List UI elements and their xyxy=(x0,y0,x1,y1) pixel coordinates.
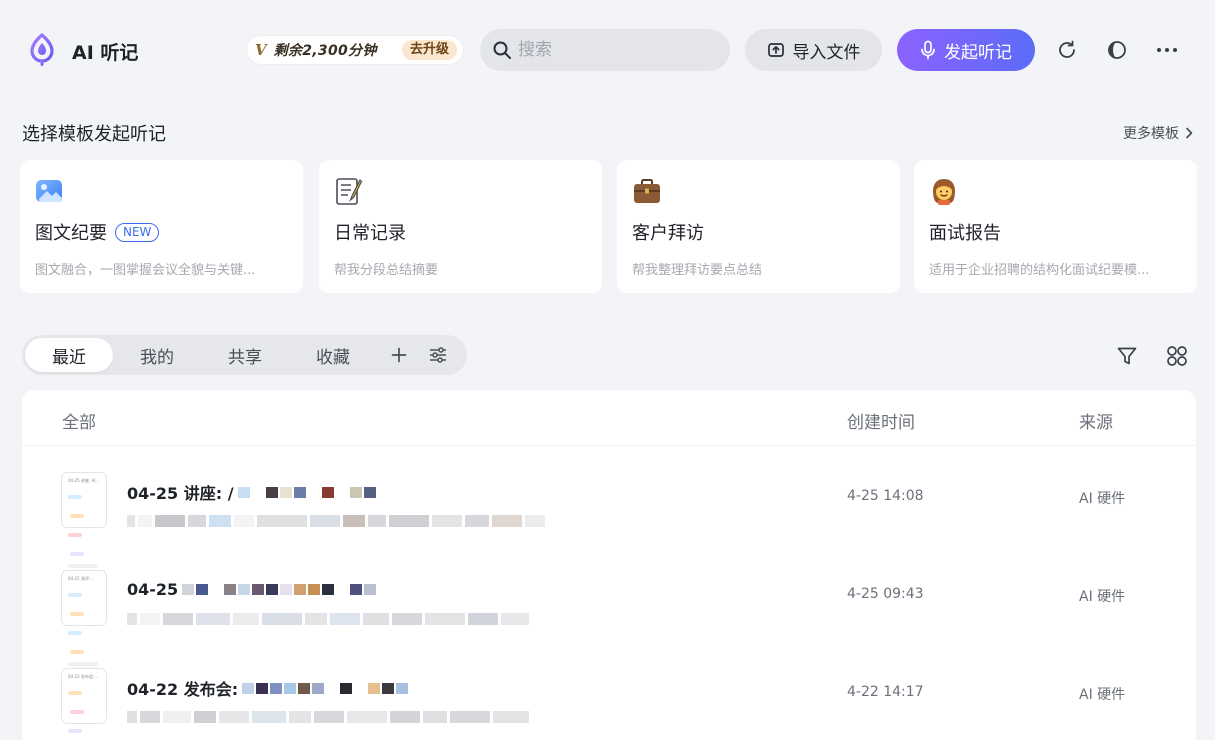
template-card-customer-visit[interactable]: 客户拜访 帮我整理拜访要点总结 xyxy=(617,160,900,293)
redacted-title xyxy=(237,481,378,503)
row-created-time: 4-25 14:08 xyxy=(847,488,924,504)
recordings-list: 全部 创建时间 来源 04-25 讲座: AI... 04-25 讲座: / 4… xyxy=(22,390,1196,740)
sliders-icon xyxy=(430,347,446,363)
template-card-interview-report[interactable]: 面试报告 适用于企业招聘的结构化面试纪要模... xyxy=(914,160,1197,293)
tab-shared[interactable]: 共享 xyxy=(201,338,289,372)
row-title-text: 04-25 xyxy=(127,579,179,599)
add-tab-button[interactable] xyxy=(379,338,419,372)
thumbnail-label: 04-22 发布会:... xyxy=(68,674,99,679)
tab-settings-button[interactable] xyxy=(419,338,457,372)
theme-toggle-button[interactable] xyxy=(1105,38,1129,62)
tab-recent[interactable]: 最近 xyxy=(25,338,113,372)
column-source[interactable]: 来源 xyxy=(1079,408,1113,433)
row-title-text: 04-25 讲座: / xyxy=(127,484,234,503)
template-card-daily-record[interactable]: 日常记录 帮我分段总结摘要 xyxy=(319,160,602,293)
template-description: 帮我分段总结摘要 xyxy=(334,263,439,278)
microphone-icon xyxy=(921,40,935,60)
template-title-text: 日常记录 xyxy=(334,223,406,244)
template-title-text: 面试报告 xyxy=(929,223,1001,244)
image-icon xyxy=(35,176,65,206)
search-icon xyxy=(493,41,511,59)
redacted-subtitle xyxy=(127,514,777,528)
new-badge: NEW xyxy=(115,222,160,242)
quota-pill[interactable]: V 剩余2,300分钟 去升级 xyxy=(247,36,463,64)
template-title-text: 图文纪要 xyxy=(35,223,107,244)
redacted-title xyxy=(182,578,378,600)
theme-icon xyxy=(1108,41,1126,59)
app-logo-icon xyxy=(30,32,54,66)
row-title: 04-25 xyxy=(127,578,378,600)
more-horizontal-icon xyxy=(1157,48,1177,52)
document-thumbnail: 04-25 讲座: AI... xyxy=(61,472,107,568)
app-title: AI 听记 xyxy=(72,42,139,64)
template-description: 图文融合，一图掌握会议全貌与关键... xyxy=(35,263,256,278)
memo-icon xyxy=(334,176,364,206)
redacted-subtitle xyxy=(127,612,777,626)
refresh-button[interactable] xyxy=(1055,38,1079,62)
row-created-time: 4-25 09:43 xyxy=(847,586,924,602)
row-source: AI 硬件 xyxy=(1079,491,1126,507)
template-title: 日常记录 xyxy=(334,219,587,245)
import-file-label: 导入文件 xyxy=(792,42,861,63)
template-title: 图文纪要 NEW xyxy=(35,219,288,245)
row-title: 04-25 讲座: / xyxy=(127,480,378,504)
start-recording-button[interactable]: 发起听记 xyxy=(897,29,1035,71)
search-input[interactable] xyxy=(518,40,718,60)
list-item[interactable]: 04-25 讲座: AI... 04-25 讲座: / 4-25 14:08 A… xyxy=(22,452,1196,568)
search-box[interactable] xyxy=(480,29,730,71)
quota-text: 剩余2,300分钟 xyxy=(273,43,377,59)
list-item[interactable]: 04-22 发布会:... 04-22 发布会: 4-22 14:17 AI 硬… xyxy=(22,648,1196,740)
thumbnail-label: 04-25 讲座: AI... xyxy=(68,478,100,483)
document-thumbnail: 04-25 测评:... xyxy=(61,570,107,666)
filter-icon xyxy=(1117,347,1137,365)
import-file-button[interactable]: 导入文件 xyxy=(745,29,882,71)
column-created-time[interactable]: 创建时间 xyxy=(847,408,915,433)
column-all[interactable]: 全部 xyxy=(62,408,96,433)
row-title: 04-22 发布会: xyxy=(127,676,410,700)
filter-button[interactable] xyxy=(1115,344,1139,368)
template-title-text: 客户拜访 xyxy=(632,223,704,244)
vip-icon: V xyxy=(255,41,267,59)
list-header: 全部 创建时间 来源 xyxy=(22,390,1196,446)
more-templates-link[interactable]: 更多模板 xyxy=(1123,123,1193,143)
template-description: 适用于企业招聘的结构化面试纪要模... xyxy=(929,263,1150,278)
filter-tabs: 最近 我的 共享 收藏 xyxy=(22,335,467,375)
template-title: 面试报告 xyxy=(929,219,1182,245)
briefcase-icon xyxy=(632,176,662,206)
thumbnail-label: 04-25 测评:... xyxy=(68,576,95,581)
person-icon xyxy=(929,176,959,206)
app-header: AI 听记 V 剩余2,300分钟 去升级 导入文件 发起听记 xyxy=(0,0,1215,100)
upload-icon xyxy=(767,43,784,57)
template-card-graphic-summary[interactable]: 图文纪要 NEW 图文融合，一图掌握会议全貌与关键... xyxy=(20,160,303,293)
tab-favorites[interactable]: 收藏 xyxy=(289,338,377,372)
redacted-title xyxy=(242,677,410,699)
start-recording-label: 发起听记 xyxy=(944,42,1012,63)
template-title: 客户拜访 xyxy=(632,219,885,245)
grid-view-button[interactable] xyxy=(1165,344,1189,368)
more-templates-label: 更多模板 xyxy=(1123,126,1179,142)
row-created-time: 4-22 14:17 xyxy=(847,684,924,700)
template-description: 帮我整理拜访要点总结 xyxy=(632,263,763,278)
redacted-subtitle xyxy=(127,710,777,724)
more-options-button[interactable] xyxy=(1155,38,1179,62)
row-source: AI 硬件 xyxy=(1079,589,1126,605)
upgrade-button[interactable]: 去升级 xyxy=(401,40,457,60)
refresh-icon xyxy=(1059,40,1075,58)
grid-icon xyxy=(1167,346,1187,366)
row-source: AI 硬件 xyxy=(1079,687,1126,703)
row-title-text: 04-22 发布会: xyxy=(127,680,239,699)
plus-icon xyxy=(391,347,407,363)
chevron-right-icon xyxy=(1186,127,1193,139)
templates-section-title: 选择模板发起听记 xyxy=(22,124,166,145)
list-item[interactable]: 04-25 测评:... 04-25 4-25 09:43 AI 硬件 xyxy=(22,550,1196,666)
document-thumbnail: 04-22 发布会:... xyxy=(61,668,107,733)
tab-mine[interactable]: 我的 xyxy=(113,338,201,372)
